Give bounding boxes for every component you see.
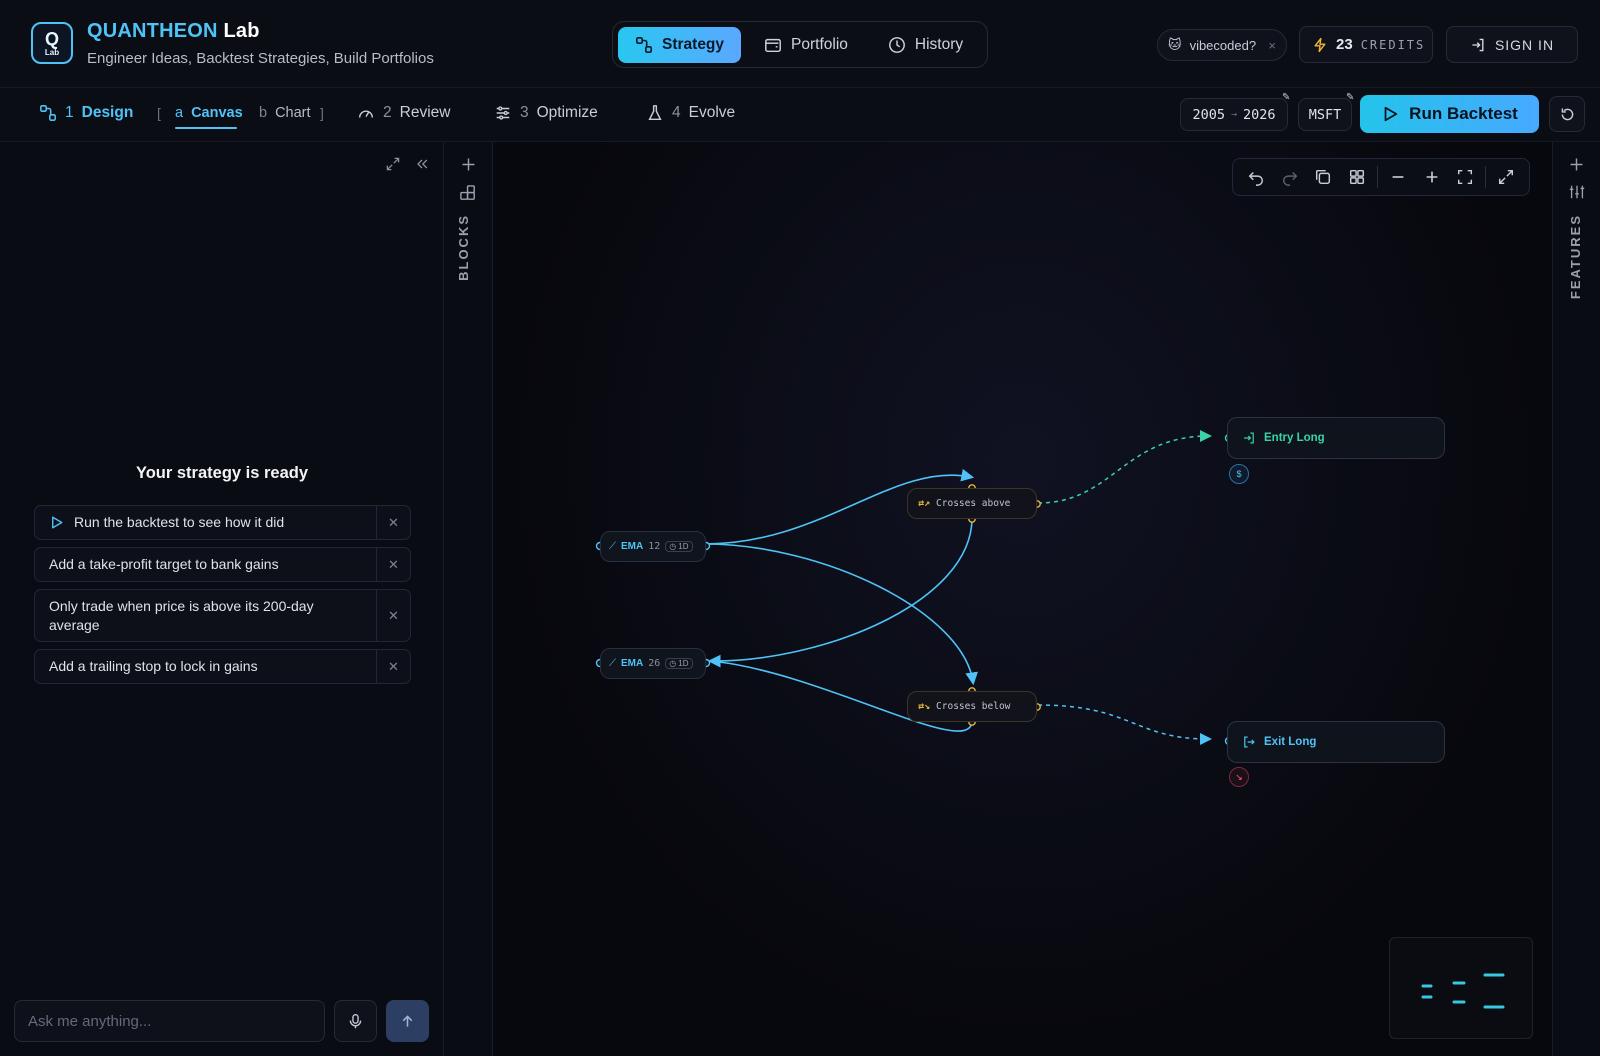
flask-icon (646, 104, 664, 122)
main-nav: Strategy Portfolio History (612, 21, 988, 68)
blocks-icon[interactable] (459, 184, 478, 203)
date-range-selector[interactable]: 2005 → 2026 (1180, 98, 1288, 131)
features-label[interactable]: FEATURES (1568, 214, 1583, 299)
node-crosses-below[interactable]: ⇄↘ Crosses below (907, 691, 1037, 722)
credits-display[interactable]: 23 CREDITS (1299, 26, 1433, 63)
dismiss-suggestion-button[interactable]: ✕ (376, 548, 410, 581)
toolbar-divider (1377, 166, 1379, 188)
ticker-selector[interactable]: MSFT (1298, 98, 1352, 131)
clock-icon (888, 36, 906, 54)
canvas-toolbar (1232, 158, 1530, 196)
bracket-open: [ (157, 105, 161, 121)
step-design[interactable]: 1 Design (39, 104, 133, 122)
indicator-icon: ⟋ (609, 658, 616, 669)
login-icon (1470, 37, 1486, 53)
edit-date-pencil-icon[interactable]: ✎ (1282, 92, 1290, 103)
step-review[interactable]: 2 Review (357, 104, 450, 122)
crossover-up-icon: ⇄↗ (918, 498, 931, 509)
blocks-rail: BLOCKS (444, 142, 493, 1056)
cat-emoji-icon: 🐱 (1168, 37, 1182, 52)
app-header: Q Lab QUANTHEON Lab Engineer Ideas, Back… (0, 0, 1600, 88)
canvas-minimap[interactable] (1389, 937, 1533, 1039)
bracket-close: ] (320, 105, 324, 121)
timeframe-badge: ◷ 1D (665, 541, 693, 552)
brand-tagline: Engineer Ideas, Backtest Strategies, Bui… (87, 50, 434, 67)
run-backtest-button[interactable]: Run Backtest (1360, 95, 1539, 133)
brand-name: QUANTHEON Lab (87, 20, 260, 42)
expand-icon[interactable] (385, 156, 401, 172)
send-button[interactable] (386, 1000, 429, 1042)
active-tab-underline (175, 127, 237, 129)
refresh-icon (1559, 106, 1576, 123)
node-ports (595, 433, 1234, 746)
grid-layout-button[interactable] (1340, 162, 1374, 192)
dismiss-suggestion-button[interactable]: ✕ (376, 506, 410, 539)
mic-button[interactable] (334, 1000, 377, 1042)
sliders-icon (494, 104, 512, 122)
zoom-in-button[interactable] (1415, 162, 1449, 192)
node-exit-long[interactable]: Exit Long (1227, 721, 1445, 763)
vibecoded-chip[interactable]: 🐱 vibecoded? × (1157, 29, 1287, 61)
add-feature-icon[interactable] (1568, 156, 1585, 173)
nav-strategy[interactable]: Strategy (618, 26, 742, 63)
undo-button[interactable] (1239, 162, 1273, 192)
gauge-icon (357, 104, 375, 122)
dismiss-suggestion-button[interactable]: ✕ (376, 590, 410, 641)
suggestion-item[interactable]: Run the backtest to see how it did ✕ (34, 505, 411, 540)
sign-in-button[interactable]: SIGN IN (1446, 26, 1578, 63)
microphone-icon (347, 1013, 364, 1030)
step-evolve[interactable]: 4 Evolve (646, 104, 735, 122)
node-ema-fast[interactable]: ⟋ EMA 12 ◷ 1D (600, 531, 706, 562)
add-block-icon[interactable] (460, 156, 477, 173)
clock-icon: ◷ (669, 659, 677, 668)
exit-icon (1242, 735, 1256, 749)
fit-view-button[interactable] (1449, 162, 1483, 192)
zoom-out-button[interactable] (1381, 162, 1415, 192)
toolbar-divider (1485, 166, 1487, 188)
features-rail: FEATURES (1552, 142, 1600, 1056)
tab-chart[interactable]: b Chart (259, 105, 311, 121)
duplicate-button[interactable] (1307, 162, 1341, 192)
suggestion-item[interactable]: Add a trailing stop to lock in gains ✕ (34, 649, 411, 684)
step-optimize[interactable]: 3 Optimize (494, 104, 598, 122)
workflow-bar: 1 Design [ a Canvas b Chart ] 2 Review 3… (0, 88, 1600, 142)
logo[interactable]: Q Lab (31, 22, 73, 64)
arrow-up-icon (399, 1013, 416, 1030)
design-icon (39, 104, 57, 122)
suggestion-item[interactable]: Add a take-profit target to bank gains ✕ (34, 547, 411, 582)
tab-canvas[interactable]: a Canvas (175, 105, 243, 121)
suggestion-item[interactable]: Only trade when price is above its 200-d… (34, 589, 411, 642)
enter-icon (1242, 431, 1256, 445)
clock-icon: ◷ (669, 542, 677, 551)
strategy-canvas[interactable]: ⟋ EMA 12 ◷ 1D ⟋ EMA 26 ◷ 1D ⇄↗ Crosses abo… (493, 142, 1552, 1056)
strategy-ready-title: Your strategy is ready (135, 464, 309, 482)
chat-input[interactable] (14, 1000, 325, 1042)
fullscreen-button[interactable] (1489, 162, 1523, 192)
nav-portfolio[interactable]: Portfolio (747, 27, 865, 63)
trend-down-icon[interactable]: ↘ (1229, 767, 1249, 787)
node-crosses-above[interactable]: ⇄↗ Crosses above (907, 488, 1037, 519)
collapse-panel-icon[interactable] (414, 156, 430, 172)
close-icon[interactable]: × (1268, 38, 1276, 53)
crossover-down-icon: ⇄↘ (918, 701, 931, 712)
assistant-panel: Your strategy is ready Run the backtest … (0, 142, 444, 1056)
lightning-icon (1312, 37, 1328, 53)
indicator-icon: ⟋ (609, 541, 616, 552)
wallet-icon (764, 36, 782, 54)
sliders-icon[interactable] (1568, 183, 1586, 201)
play-icon (49, 515, 64, 530)
reset-button[interactable] (1549, 96, 1585, 132)
play-icon (1381, 105, 1399, 123)
node-ema-slow[interactable]: ⟋ EMA 26 ◷ 1D (600, 648, 706, 679)
dollar-icon[interactable]: $ (1229, 464, 1249, 484)
nav-history[interactable]: History (871, 27, 980, 63)
dismiss-suggestion-button[interactable]: ✕ (376, 650, 410, 683)
timeframe-badge: ◷ 1D (665, 658, 693, 669)
edit-ticker-pencil-icon[interactable]: ✎ (1346, 92, 1354, 103)
strategy-icon (635, 36, 653, 54)
blocks-label[interactable]: BLOCKS (456, 214, 471, 281)
node-entry-long[interactable]: Entry Long (1227, 417, 1445, 459)
redo-button[interactable] (1273, 162, 1307, 192)
